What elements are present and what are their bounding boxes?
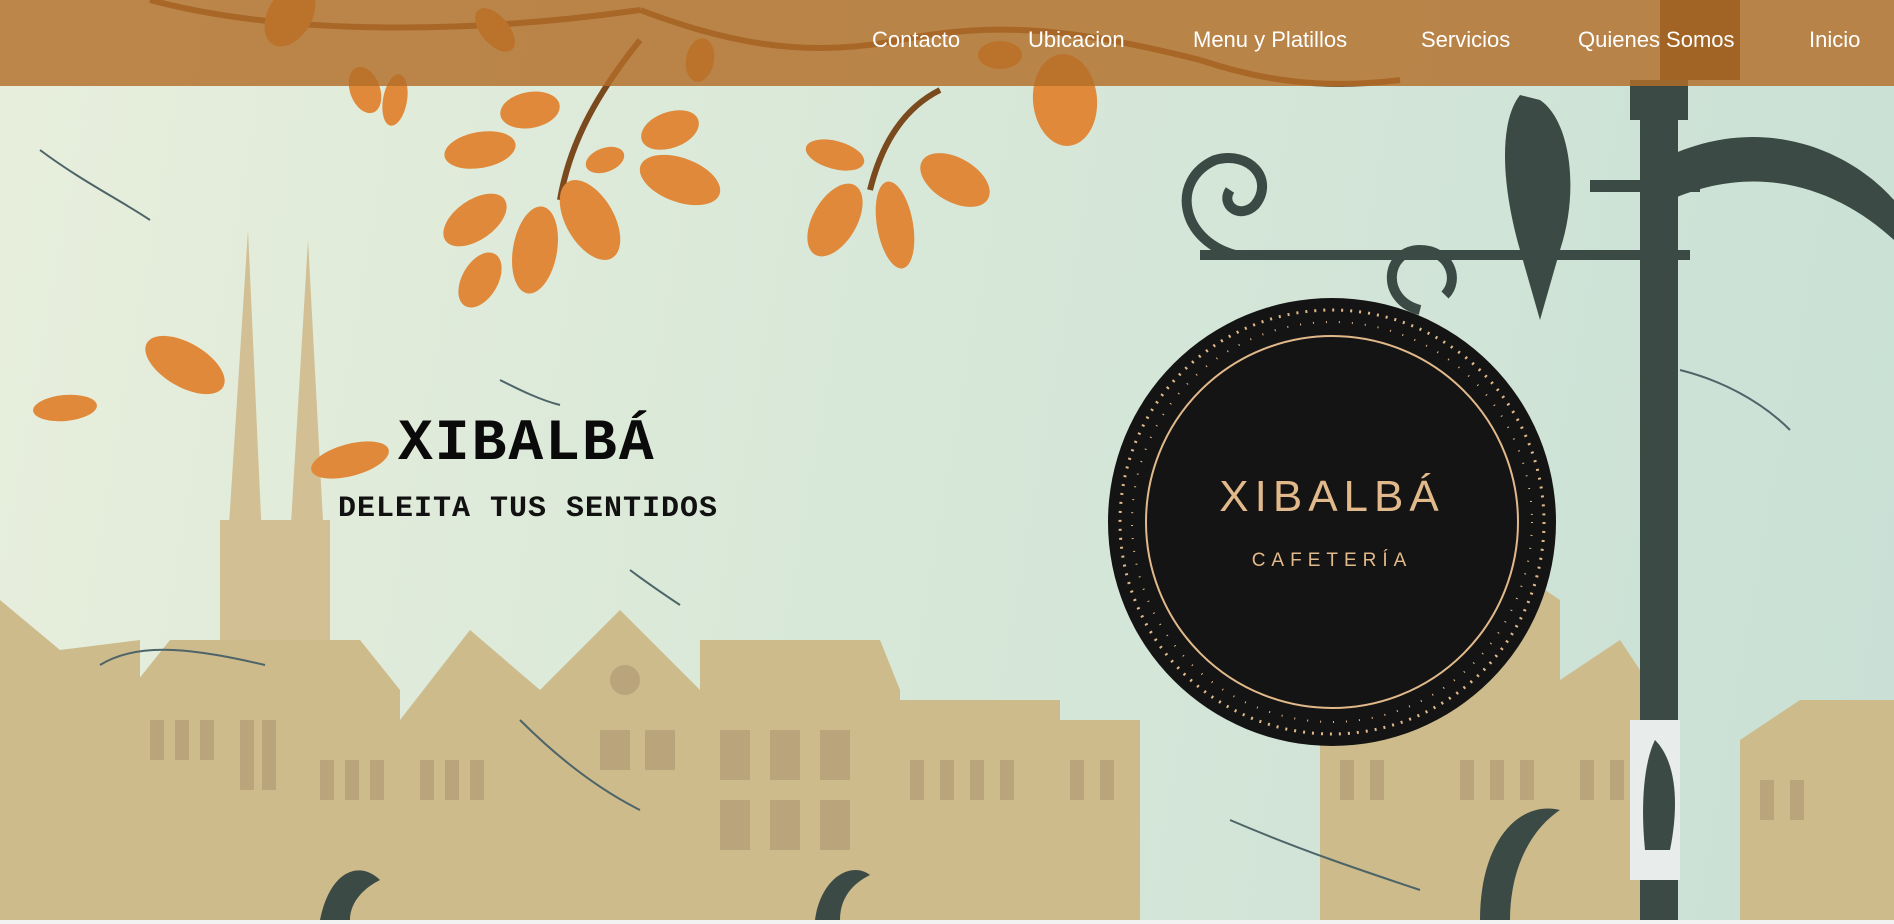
navbar: Contacto Ubicacion Menu y Platillos Serv… [0,0,1894,86]
cafe-logo-sign: XIBALBÁ CAFETERÍA [1106,296,1558,748]
hero-subtitle: DELEITA TUS SENTIDOS [338,492,719,526]
hero-title: XIBALBÁ [398,412,656,477]
nav-link-inicio[interactable]: Inicio [1809,27,1860,53]
nav-link-quienes-somos[interactable]: Quienes Somos [1578,27,1735,53]
logo-subtitle: CAFETERÍA [1251,550,1413,571]
autumn-city-illustration [0,0,1894,920]
logo-circle [1108,298,1556,746]
nav-link-contacto[interactable]: Contacto [872,27,960,53]
nav-link-menu-y-platillos[interactable]: Menu y Platillos [1193,27,1347,53]
nav-link-servicios[interactable]: Servicios [1421,27,1510,53]
logo-name: XIBALBÁ [1219,472,1445,521]
page-bottom-edge [0,920,1894,924]
nav-link-ubicacion[interactable]: Ubicacion [1028,27,1125,53]
hero-section: Contacto Ubicacion Menu y Platillos Serv… [0,0,1894,920]
